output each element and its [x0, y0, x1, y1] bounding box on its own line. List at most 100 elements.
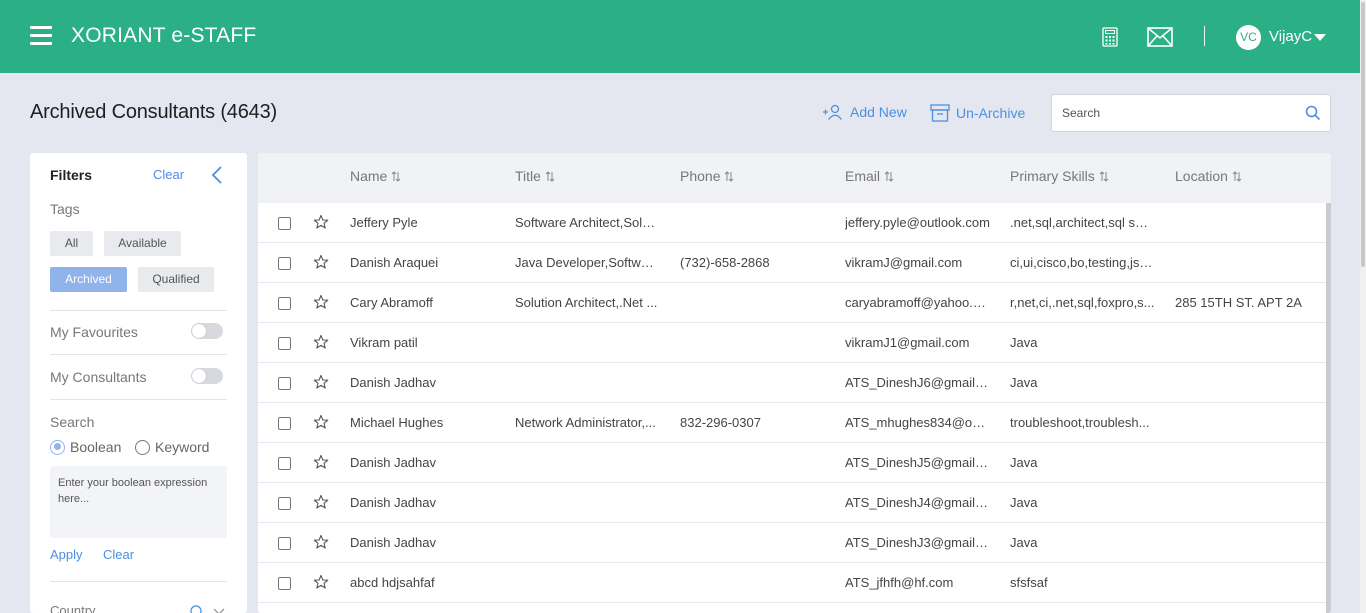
star-icon[interactable] [313, 254, 329, 270]
cell-email: jeffery.pyle@outlook.com [845, 215, 990, 230]
table-row[interactable]: abcd hdjsahfaf ATS_jfhfh@hf.com sfsfsaf [258, 563, 1326, 603]
caret-down-icon[interactable] [1314, 34, 1326, 41]
avatar[interactable]: VC [1236, 25, 1261, 50]
column-header-email[interactable]: Email [845, 168, 894, 184]
row-checkbox[interactable] [278, 537, 291, 550]
star-icon[interactable] [313, 334, 329, 350]
archive-icon [930, 104, 950, 122]
cell-primary-skills: Java [1010, 455, 1038, 470]
menu-icon[interactable] [30, 26, 52, 46]
cell-primary-skills: r,net,ci,.net,sql,foxpro,s... [1010, 295, 1155, 310]
country-search-chevron-icons[interactable] [190, 604, 230, 613]
table-row[interactable]: Michael Hughes Network Administrator,... 8… [258, 403, 1326, 443]
column-header-title[interactable]: Title [515, 168, 555, 184]
tag-all[interactable]: All [50, 231, 93, 256]
mail-icon[interactable] [1147, 27, 1173, 47]
cell-primary-skills: sfsfsaf [1010, 575, 1048, 590]
row-checkbox[interactable] [278, 577, 291, 590]
row-checkbox[interactable] [278, 217, 291, 230]
my-favourites-toggle[interactable] [191, 323, 223, 339]
my-consultants-toggle[interactable] [191, 368, 223, 384]
row-checkbox[interactable] [278, 417, 291, 430]
cell-name[interactable]: Michael Hughes [350, 415, 500, 430]
cell-primary-skills: Java [1010, 495, 1038, 510]
filters-panel: Filters Clear Tags All Available Archive… [30, 153, 247, 613]
star-icon[interactable] [313, 454, 329, 470]
column-header-phone[interactable]: Phone [680, 168, 734, 184]
cell-name[interactable]: Vikram patil [350, 335, 500, 350]
row-checkbox[interactable] [278, 257, 291, 270]
chevron-left-icon[interactable] [210, 165, 224, 185]
column-header-label: Title [515, 168, 541, 184]
column-header-primary-skills[interactable]: Primary Skills [1010, 168, 1109, 184]
boolean-label: Boolean [70, 439, 122, 455]
calculator-icon[interactable] [1102, 27, 1118, 47]
row-checkbox[interactable] [278, 337, 291, 350]
cell-name[interactable]: Jeffery Pyle [350, 215, 500, 230]
table-row[interactable]: Danish Jadhav ATS_DineshJ5@gmail.c... Java [258, 443, 1326, 483]
search-input[interactable] [1052, 95, 1292, 131]
add-user-icon [823, 104, 843, 120]
cell-title: Java Developer,Softwar... [515, 255, 660, 270]
star-icon[interactable] [313, 214, 329, 230]
page-title: Archived Consultants (4643) [30, 101, 277, 123]
search-icon[interactable] [1305, 105, 1321, 121]
cell-email: vikramJ@gmail.com [845, 255, 963, 270]
column-header-label: Phone [680, 168, 721, 184]
table-row[interactable]: Danish Jadhav ATS_DineshJ4@gmail.c... Java [258, 483, 1326, 523]
star-icon[interactable] [313, 294, 329, 310]
tag-qualified[interactable]: Qualified [138, 267, 214, 292]
cell-name[interactable]: Danish Jadhav [350, 535, 500, 550]
column-header-location[interactable]: Location [1175, 168, 1242, 184]
cell-name[interactable]: abcd hdjsahfaf [350, 575, 500, 590]
cell-title: Network Administrator,... [515, 415, 656, 430]
cell-email: ATS_DineshJ5@gmail.c... [845, 455, 990, 470]
page-scrollbar[interactable] [1360, 0, 1366, 613]
cell-name[interactable]: Cary Abramoff [350, 295, 500, 310]
my-favourites-label: My Favourites [50, 324, 138, 340]
column-header-name[interactable]: Name [350, 168, 401, 184]
sort-icon [884, 170, 894, 182]
boolean-radio[interactable]: Boolean [50, 439, 121, 455]
cell-email: ATS_jfhfh@hf.com [845, 575, 954, 590]
divider [50, 354, 227, 355]
row-checkbox[interactable] [278, 457, 291, 470]
table-scrollbar[interactable] [1326, 203, 1331, 613]
table-row[interactable]: Vikram patil vikramJ1@gmail.com Java [258, 323, 1326, 363]
keyword-label: Keyword [155, 439, 210, 455]
cell-name[interactable]: Danish Jadhav [350, 455, 500, 470]
search-box [1051, 94, 1331, 132]
star-icon[interactable] [313, 374, 329, 390]
cell-name[interactable]: Danish Jadhav [350, 495, 500, 510]
tag-available[interactable]: Available [104, 231, 181, 256]
table-row[interactable]: Danish Araquei Java Developer,Softwar... (… [258, 243, 1326, 283]
row-checkbox[interactable] [278, 377, 291, 390]
table-row[interactable]: Jeffery Pyle Software Architect,Solu... je… [258, 203, 1326, 243]
row-checkbox[interactable] [278, 297, 291, 310]
table-row[interactable]: Danish Jadhav ATS_DineshJ6@gmail.c... Java [258, 363, 1326, 403]
star-icon[interactable] [313, 494, 329, 510]
star-icon[interactable] [313, 534, 329, 550]
star-icon[interactable] [313, 414, 329, 430]
filters-clear-link[interactable]: Clear [153, 167, 184, 182]
boolean-expression-input[interactable] [50, 466, 227, 538]
cell-primary-skills: ci,ui,cisco,bo,testing,js,s... [1010, 255, 1155, 270]
keyword-radio[interactable]: Keyword [135, 439, 209, 455]
table-row[interactable]: Cary Abramoff Solution Architect,.Net ...… [258, 283, 1326, 323]
column-header-label: Name [350, 168, 388, 184]
cell-title: Solution Architect,.Net ... [515, 295, 658, 310]
row-checkbox[interactable] [278, 497, 291, 510]
search-clear-link[interactable]: Clear [103, 547, 134, 562]
cell-name[interactable]: Danish Araquei [350, 255, 500, 270]
tag-archived[interactable]: Archived [50, 267, 127, 292]
filters-title: Filters [50, 167, 93, 183]
table-row[interactable]: Danish Jadhav ATS_DineshJ3@gmail.c... Java [258, 523, 1326, 563]
unarchive-button[interactable]: Un-Archive [930, 104, 1025, 122]
star-icon[interactable] [313, 574, 329, 590]
user-name[interactable]: VijayC [1269, 28, 1312, 45]
add-new-button[interactable]: Add New [822, 104, 907, 120]
cell-primary-skills: troubleshoot,troublesh... [1010, 415, 1150, 430]
unarchive-label: Un-Archive [956, 105, 1026, 121]
cell-name[interactable]: Danish Jadhav [350, 375, 500, 390]
apply-link[interactable]: Apply [50, 547, 83, 562]
